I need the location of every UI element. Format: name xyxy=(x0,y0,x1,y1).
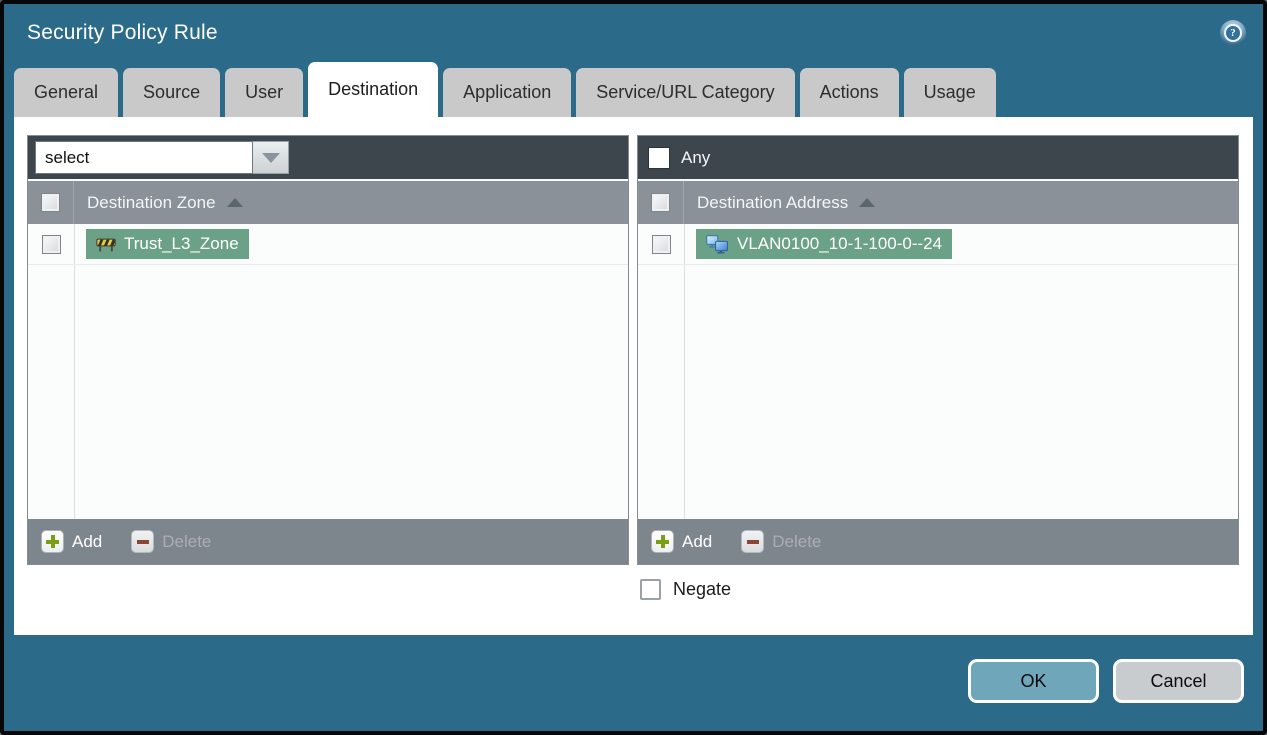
tab-actions[interactable]: Actions xyxy=(799,68,899,117)
zone-item-label: Trust_L3_Zone xyxy=(124,234,239,253)
security-policy-rule-dialog: Security Policy Rule ? General Source Us… xyxy=(0,0,1267,735)
cancel-button[interactable]: Cancel xyxy=(1113,659,1244,703)
zone-row-checkbox-cell xyxy=(28,224,74,264)
address-panel-top-bar: Any xyxy=(638,136,1238,179)
sort-ascending-icon xyxy=(859,198,876,207)
any-checkbox[interactable] xyxy=(648,146,670,169)
address-column: Any Destination Address VLAN0100_10-1-10… xyxy=(637,135,1239,635)
address-add-button[interactable]: Add xyxy=(651,530,712,553)
titlebar: Security Policy Rule ? xyxy=(4,4,1263,62)
tab-general[interactable]: General xyxy=(14,68,119,117)
delete-minus-icon xyxy=(741,530,765,553)
zone-select-combo: select xyxy=(35,141,289,174)
zone-select-dropdown-button[interactable] xyxy=(253,141,289,174)
zone-add-label: Add xyxy=(72,531,103,551)
zone-toolbar: Add Delete xyxy=(28,519,628,564)
dialog-footer: OK Cancel xyxy=(4,635,1263,731)
zone-delete-label: Delete xyxy=(162,531,212,551)
address-grid-header: Destination Address xyxy=(638,181,1238,224)
zone-column-header-label: Destination Zone xyxy=(87,192,216,212)
negate-label: Negate xyxy=(673,579,732,599)
address-select-all-cell xyxy=(638,181,684,224)
delete-minus-icon xyxy=(131,530,155,553)
zone-item-trust-l3-zone[interactable]: Trust_L3_Zone xyxy=(86,229,249,259)
sort-ascending-icon xyxy=(226,198,243,207)
add-plus-icon xyxy=(651,530,674,553)
tab-destination[interactable]: Destination xyxy=(308,62,439,117)
any-row: Any xyxy=(645,146,711,169)
address-column-header-label: Destination Address xyxy=(697,192,849,212)
destination-address-panel: Any Destination Address VLAN0100_10-1-10… xyxy=(637,135,1239,565)
address-delete-label: Delete xyxy=(772,531,822,551)
address-delete-button[interactable]: Delete xyxy=(741,530,821,553)
zone-column: select Destination Zone Trust_L3_Zone Ad… xyxy=(27,135,629,635)
zone-select-all-cell xyxy=(28,181,74,224)
checkbox-column-divider xyxy=(684,224,685,519)
negate-checkbox[interactable] xyxy=(640,579,661,600)
tab-source[interactable]: Source xyxy=(123,68,221,117)
address-row-checkbox[interactable] xyxy=(651,234,671,254)
help-icon[interactable]: ? xyxy=(1220,20,1246,46)
address-row: VLAN0100_10-1-100-0--24 xyxy=(638,224,1238,265)
tab-user[interactable]: User xyxy=(225,68,304,117)
zone-grid-header: Destination Zone xyxy=(28,181,628,224)
zone-row: Trust_L3_Zone xyxy=(28,224,628,265)
tab-service-url-category[interactable]: Service/URL Category xyxy=(576,68,795,117)
destination-zone-panel: select Destination Zone Trust_L3_Zone Ad… xyxy=(27,135,629,565)
zone-row-checkbox[interactable] xyxy=(41,234,61,254)
ok-button[interactable]: OK xyxy=(968,659,1099,703)
address-column-header[interactable]: Destination Address xyxy=(697,192,876,213)
zone-select-input[interactable]: select xyxy=(35,141,253,174)
chevron-down-icon xyxy=(261,152,280,163)
address-select-all-checkbox[interactable] xyxy=(651,193,670,212)
address-item-vlan0100[interactable]: VLAN0100_10-1-100-0--24 xyxy=(696,229,953,259)
address-grid-body: VLAN0100_10-1-100-0--24 xyxy=(638,224,1238,519)
address-item-label: VLAN0100_10-1-100-0--24 xyxy=(737,234,943,253)
address-row-checkbox-cell xyxy=(638,224,684,264)
dialog-title: Security Policy Rule xyxy=(27,21,218,44)
help-question-glyph: ? xyxy=(1224,24,1242,42)
zone-add-button[interactable]: Add xyxy=(41,530,102,553)
address-toolbar: Add Delete xyxy=(638,519,1238,564)
network-address-icon xyxy=(706,234,728,253)
destination-tab-content: select Destination Zone Trust_L3_Zone Ad… xyxy=(14,117,1253,635)
tab-usage[interactable]: Usage xyxy=(903,68,996,117)
negate-row: Negate xyxy=(637,579,1239,600)
tab-application[interactable]: Application xyxy=(443,68,572,117)
tab-bar: General Source User Destination Applicat… xyxy=(4,62,1263,117)
address-add-label: Add xyxy=(682,531,713,551)
zone-delete-button[interactable]: Delete xyxy=(131,530,211,553)
add-plus-icon xyxy=(41,530,64,553)
any-label: Any xyxy=(681,147,711,167)
zone-barrier-icon xyxy=(96,238,116,252)
zone-select-all-checkbox[interactable] xyxy=(41,193,60,212)
zone-panel-top-bar: select xyxy=(28,136,628,179)
zone-column-header[interactable]: Destination Zone xyxy=(87,193,243,213)
zone-grid-body: Trust_L3_Zone xyxy=(28,224,628,519)
checkbox-column-divider xyxy=(74,224,75,519)
